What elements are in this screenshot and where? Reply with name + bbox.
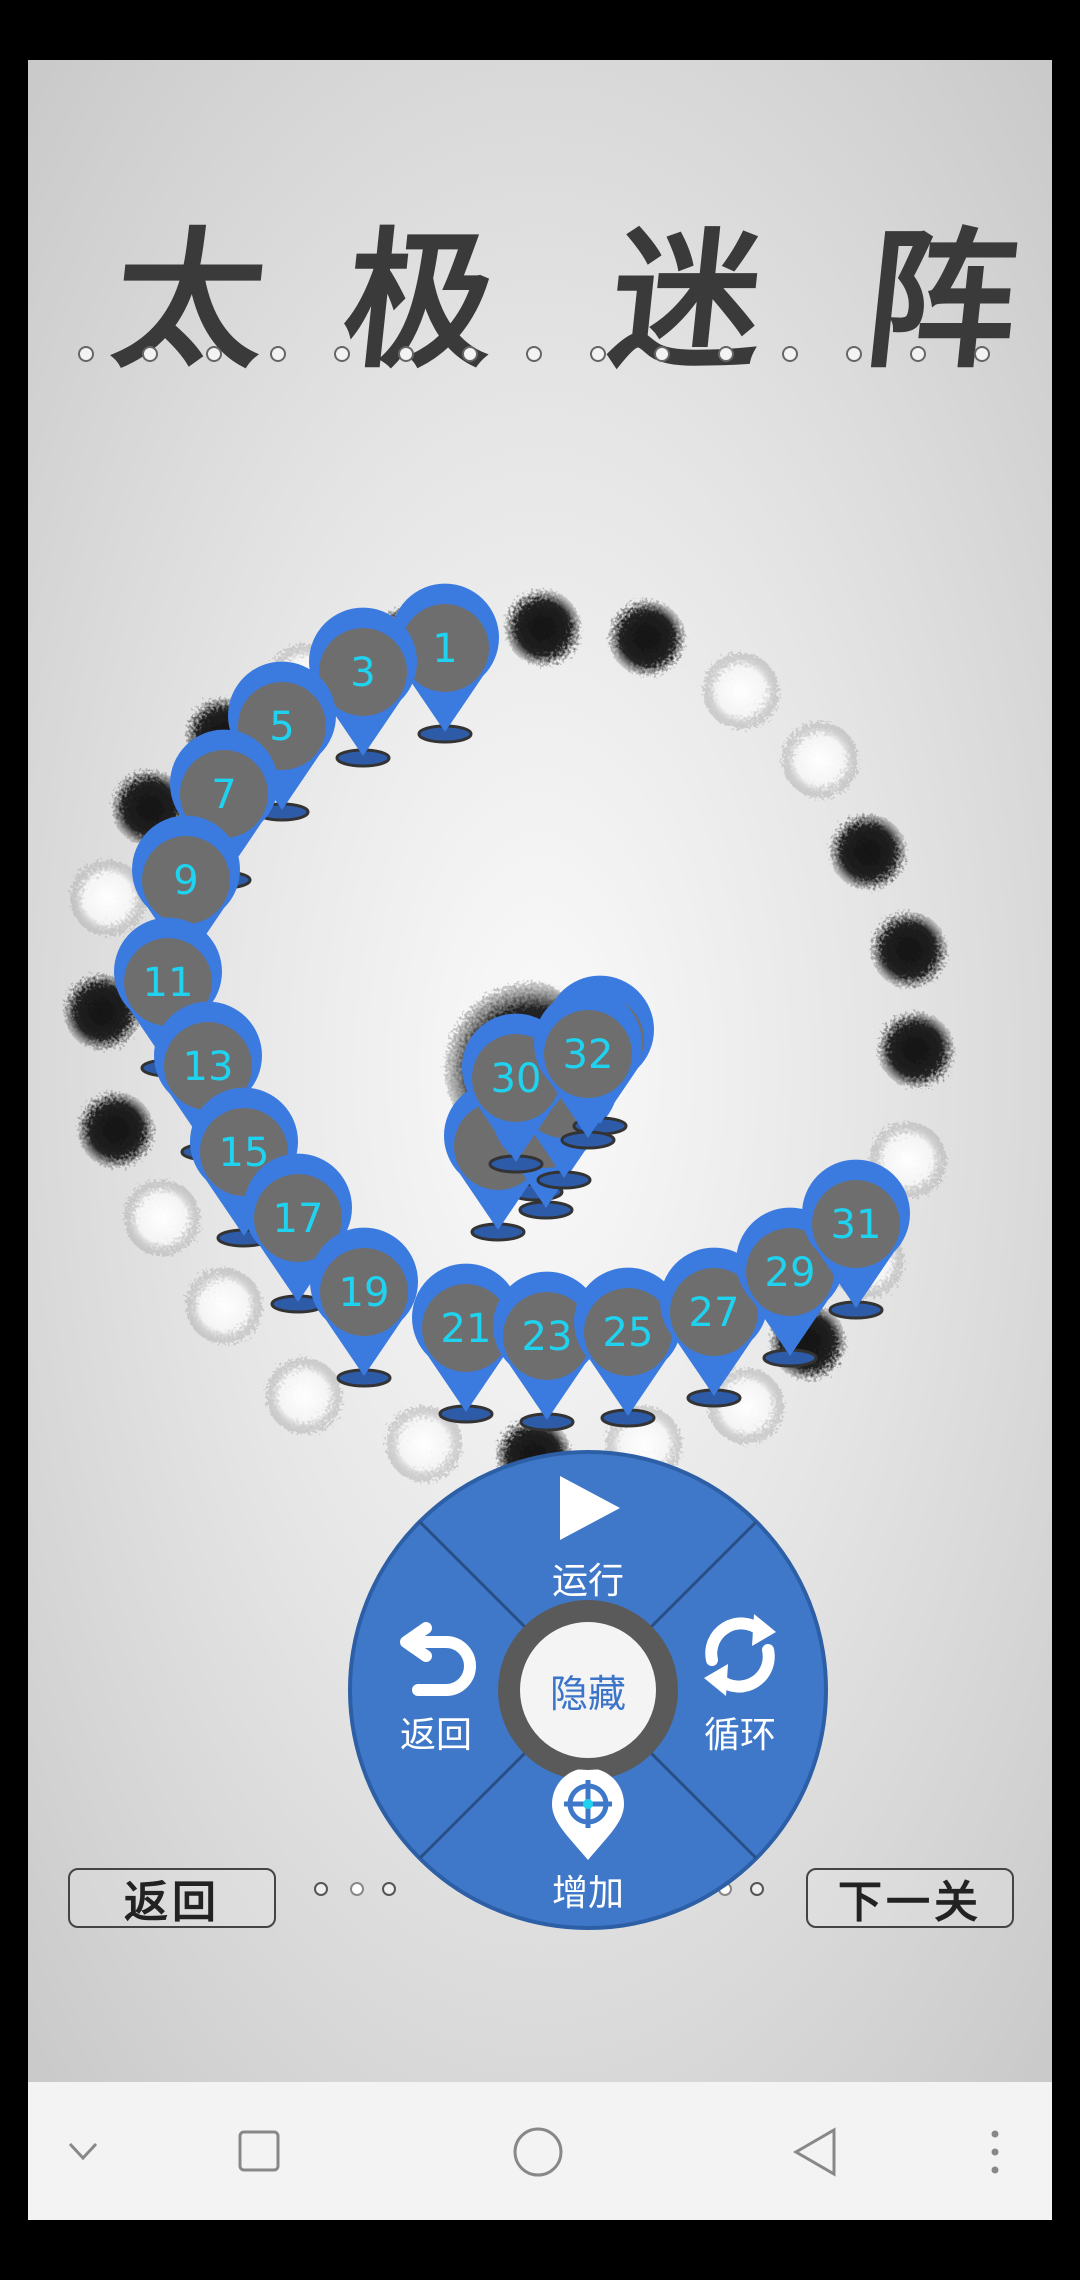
marker-number: 5 bbox=[269, 704, 294, 750]
white-stone bbox=[782, 722, 858, 798]
black-stone bbox=[609, 600, 685, 676]
marker-number: 19 bbox=[339, 1270, 390, 1316]
back-button[interactable]: 返回 bbox=[68, 1868, 276, 1928]
marker-number: 17 bbox=[273, 1196, 324, 1242]
marker-number: 31 bbox=[831, 1202, 882, 1248]
black-stone bbox=[878, 1012, 954, 1088]
path-marker[interactable]: 19 bbox=[310, 1227, 419, 1388]
marker-number: 1 bbox=[432, 626, 457, 672]
play-icon bbox=[560, 1476, 620, 1540]
marker-number: 3 bbox=[350, 650, 375, 696]
undo-label: 返回 bbox=[399, 1715, 472, 1756]
black-stone bbox=[78, 1092, 154, 1168]
black-stone bbox=[830, 814, 906, 890]
black-stone bbox=[505, 590, 581, 666]
undo-icon bbox=[400, 1622, 476, 1696]
marker-number: 11 bbox=[143, 960, 194, 1006]
next-level-button[interactable]: 下一关 bbox=[806, 1868, 1014, 1928]
hide-button[interactable]: 隐藏 bbox=[508, 1610, 668, 1770]
loop-label: 循环 bbox=[703, 1715, 776, 1756]
marker-number: 29 bbox=[765, 1250, 816, 1296]
marker-number: 30 bbox=[491, 1056, 542, 1102]
home-icon[interactable] bbox=[512, 2126, 564, 2178]
marker-number: 32 bbox=[563, 1032, 614, 1078]
page-dot bbox=[314, 1882, 328, 1896]
chevron-down-icon[interactable] bbox=[66, 2134, 100, 2168]
white-stone bbox=[703, 653, 779, 729]
recent-apps-icon[interactable] bbox=[238, 2130, 280, 2172]
loop-button[interactable]: 循环 bbox=[660, 1608, 820, 1758]
marker-number: 13 bbox=[183, 1044, 234, 1090]
run-button[interactable]: 运行 bbox=[508, 1468, 668, 1608]
white-stone bbox=[124, 1180, 200, 1256]
white-stone bbox=[266, 1358, 342, 1434]
marker-number: 7 bbox=[211, 772, 236, 818]
undo-button[interactable]: 返回 bbox=[356, 1608, 516, 1758]
marker-number: 27 bbox=[689, 1290, 740, 1336]
add-label: 增加 bbox=[551, 1873, 624, 1914]
more-options-icon[interactable] bbox=[990, 2128, 1000, 2176]
marker-number: 9 bbox=[173, 858, 198, 904]
marker-number: 25 bbox=[603, 1310, 654, 1356]
game-screen: 太 极 迷 阵 1 3 5 7 9 11 13 15 17 19 21 23 2… bbox=[28, 60, 1052, 2082]
marker-number: 21 bbox=[441, 1306, 492, 1352]
radial-menu: 运行 返回 循环 增加 隐藏 bbox=[346, 1448, 830, 1932]
black-stone bbox=[871, 912, 947, 988]
run-label: 运行 bbox=[551, 1561, 624, 1602]
system-nav-bar bbox=[28, 2082, 1052, 2220]
back-nav-icon[interactable] bbox=[792, 2126, 838, 2178]
loop-icon bbox=[704, 1614, 776, 1696]
target-pin-icon bbox=[552, 1768, 624, 1860]
add-button[interactable]: 增加 bbox=[508, 1766, 668, 1916]
white-stone bbox=[186, 1268, 262, 1344]
marker-number: 23 bbox=[522, 1314, 573, 1360]
